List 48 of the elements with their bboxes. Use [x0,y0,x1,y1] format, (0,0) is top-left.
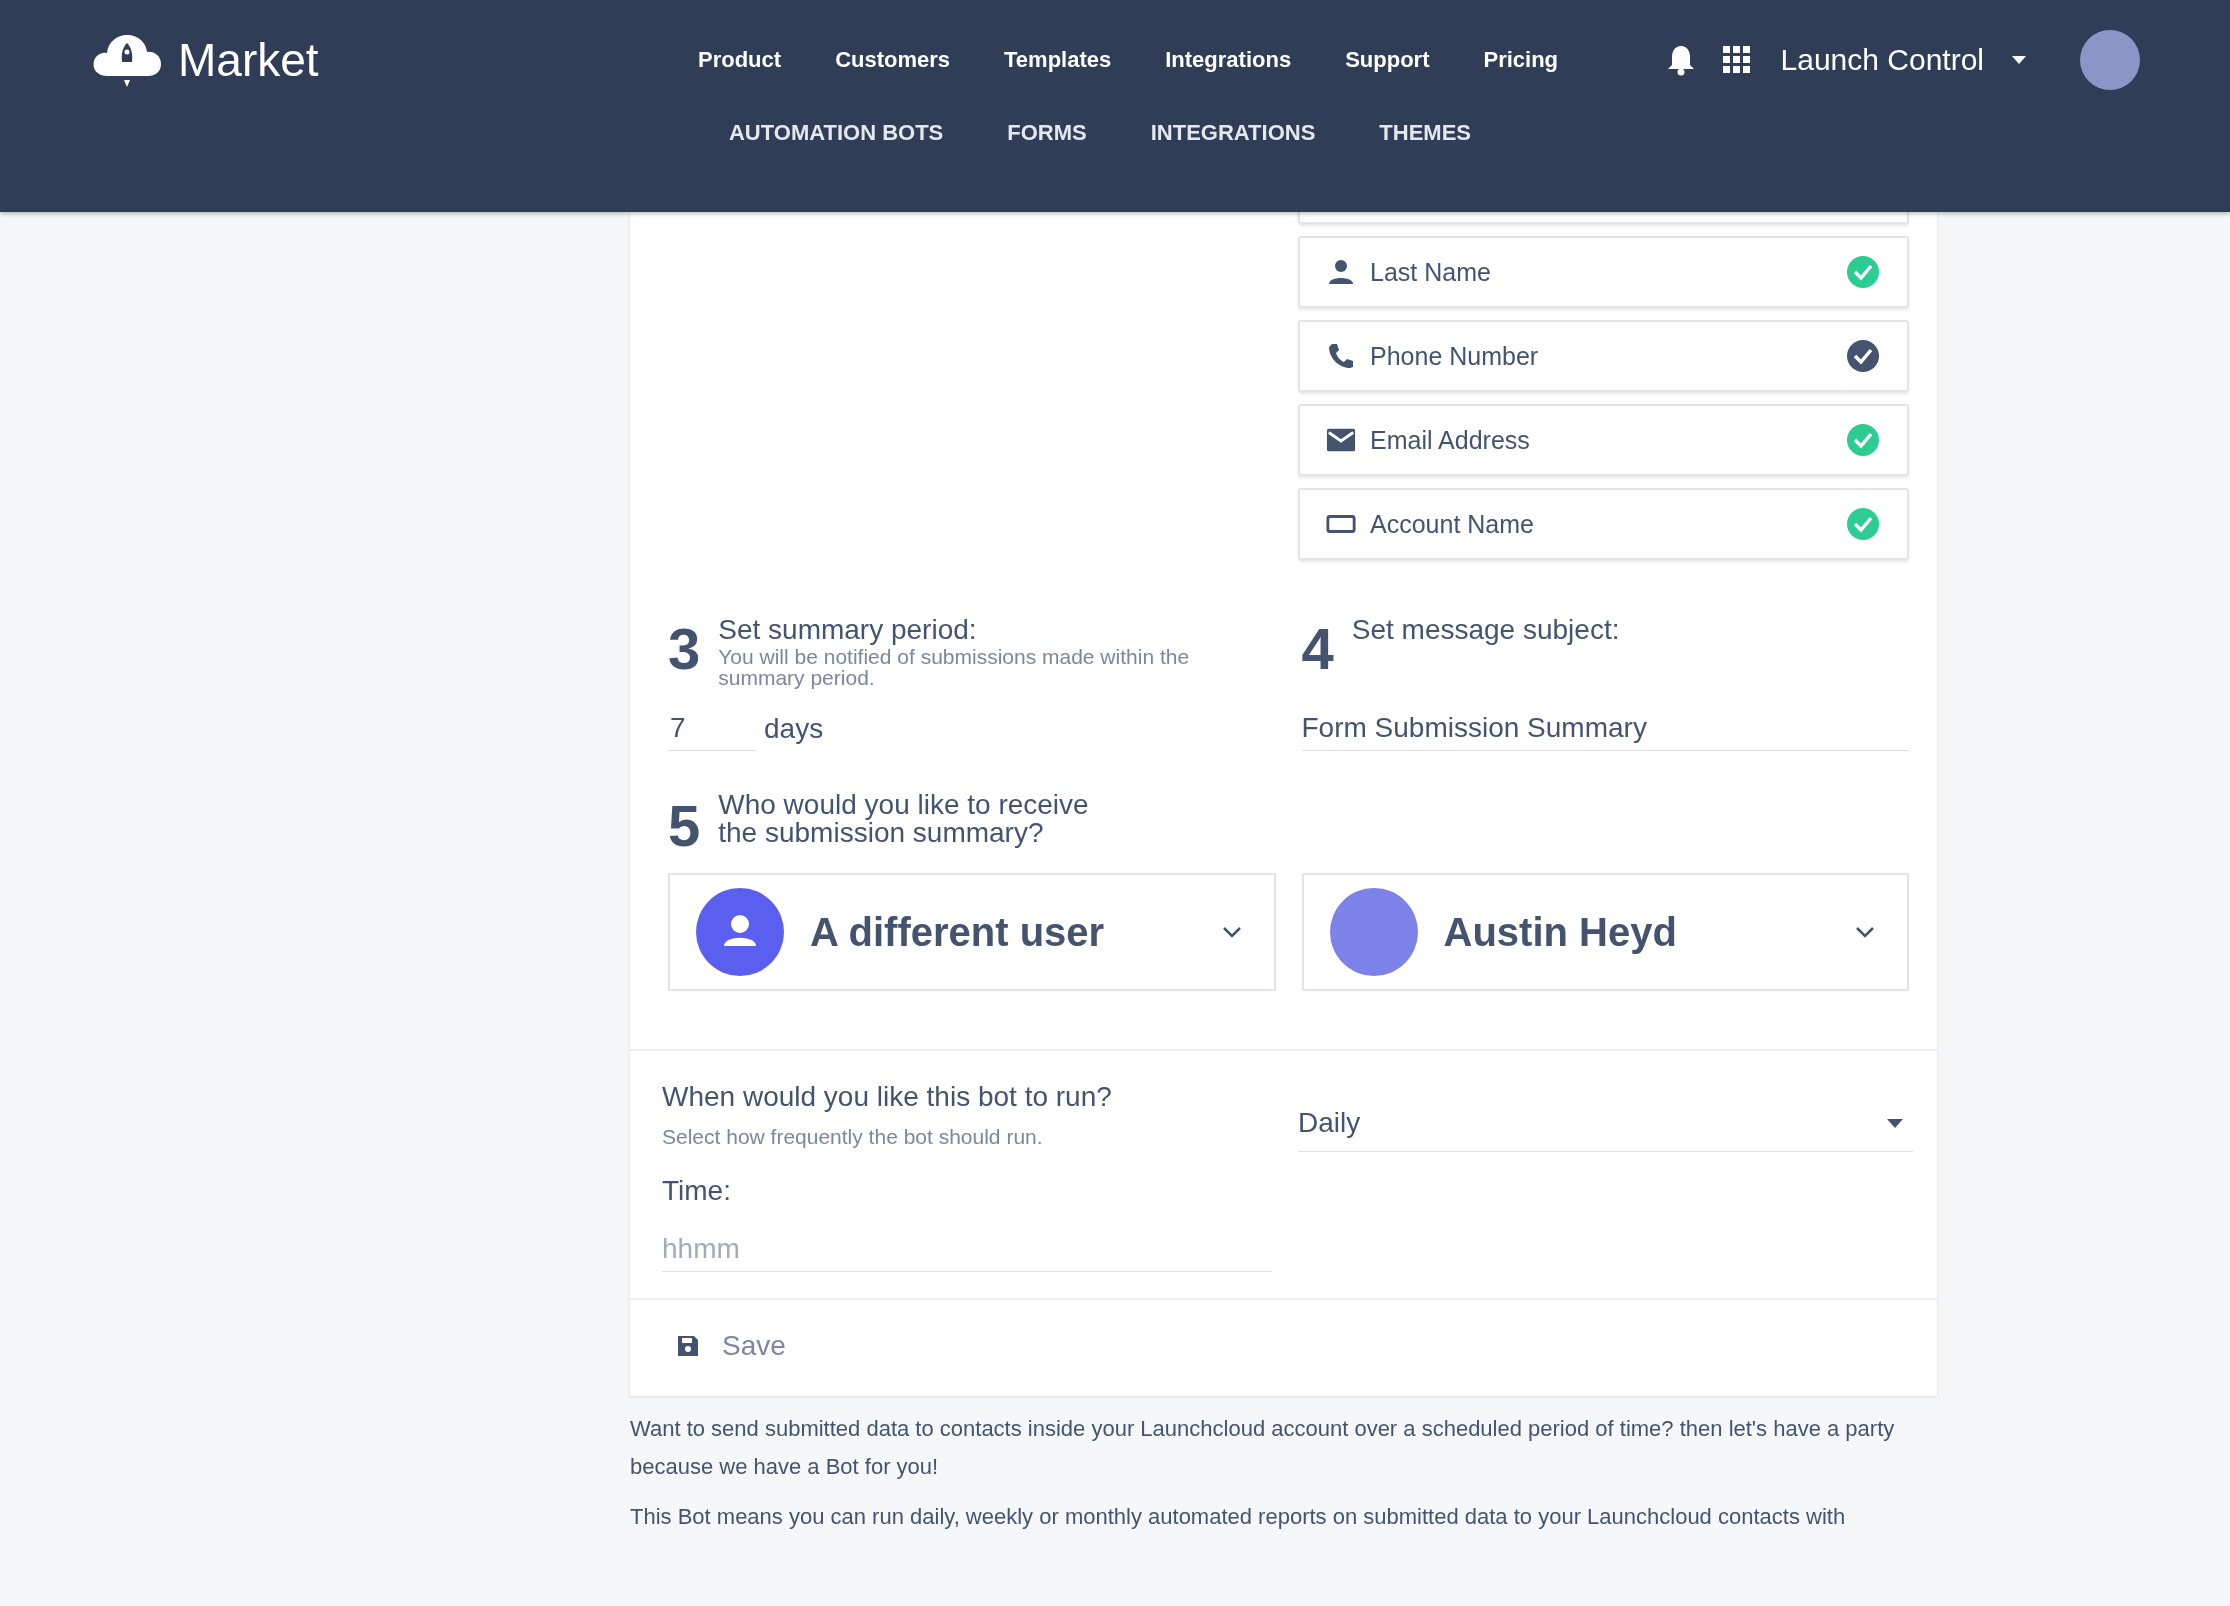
schedule-hint: Select how frequently the bot should run. [662,1125,1044,1149]
subnav-link[interactable]: AUTOMATION BOTS [729,120,944,146]
field-item[interactable]: Phone Number [1298,320,1909,392]
caret-icon[interactable] [2012,56,2026,64]
unit-label: days [764,712,824,745]
nav-link[interactable]: Pricing [1483,47,1559,73]
field-item[interactable]: Account Name [1298,488,1909,560]
step-title: Set message subject: [1351,614,1620,646]
person-icon [1326,258,1356,286]
field-label: Email Address [1370,425,1531,455]
frequency-select[interactable]: Daily [1298,1101,1913,1152]
step-hint: You will be notified of submissions made within the summary period. [718,646,1191,688]
nav-link[interactable]: Customers [835,47,951,73]
nav-link[interactable]: Product [698,47,782,73]
user-avatar-icon [696,888,784,976]
phone-icon [1326,342,1356,370]
subnav-link[interactable]: INTEGRATIONS [1150,120,1316,146]
grid-icon[interactable] [1722,46,1751,74]
nav-link[interactable]: Support [1345,47,1430,73]
chevron-down-icon [1855,926,1875,938]
schedule-question: When would you like this bot to run? [662,1081,1113,1113]
field-label: Phone Number [1370,341,1540,371]
user-avatar[interactable] [2080,30,2140,90]
recipient-dropdown[interactable]: Austin Heyd [1301,873,1909,991]
envelope-icon [1326,426,1356,454]
step-number: 5 [668,797,701,855]
description-paragraph: This Bot means you can run daily, weekly or monthly automated reports on submitted data to your Launchcloud contacts with [630,1503,1847,1531]
bell-icon[interactable] [1666,44,1695,76]
step-title: Set summary period: [718,614,978,646]
field-label: Account Name [1370,509,1535,539]
step-number: 4 [1301,620,1334,678]
chevron-down-icon [1221,926,1242,938]
caret-icon [1887,1118,1903,1128]
description-paragraph: Want to send submitted data to contacts inside your Launchcloud account over a scheduled period of time? then let's have a party because we have a Bot for you! [630,1415,1896,1481]
account-name[interactable]: Launch Control [1780,43,1984,77]
field-item[interactable]: Last Name [1298,236,1909,308]
field-label: Last Name [1370,257,1492,287]
field-item[interactable]: Email Address [1298,404,1909,476]
save-button[interactable]: Save [670,1322,792,1370]
step-title: Who would you like to receive the submission summary? [718,791,1090,847]
step-number: 3 [668,620,701,678]
nav-link[interactable]: Templates [1004,47,1112,73]
nav-link[interactable]: Integrations [1165,47,1292,73]
subnav-link[interactable]: FORMS [1007,120,1087,146]
subnav-link[interactable]: THEMES [1379,120,1471,146]
brand-name[interactable]: Market [178,33,319,87]
time-label: Time: [662,1175,732,1207]
recipient-dropdown[interactable]: A different user [668,873,1276,991]
